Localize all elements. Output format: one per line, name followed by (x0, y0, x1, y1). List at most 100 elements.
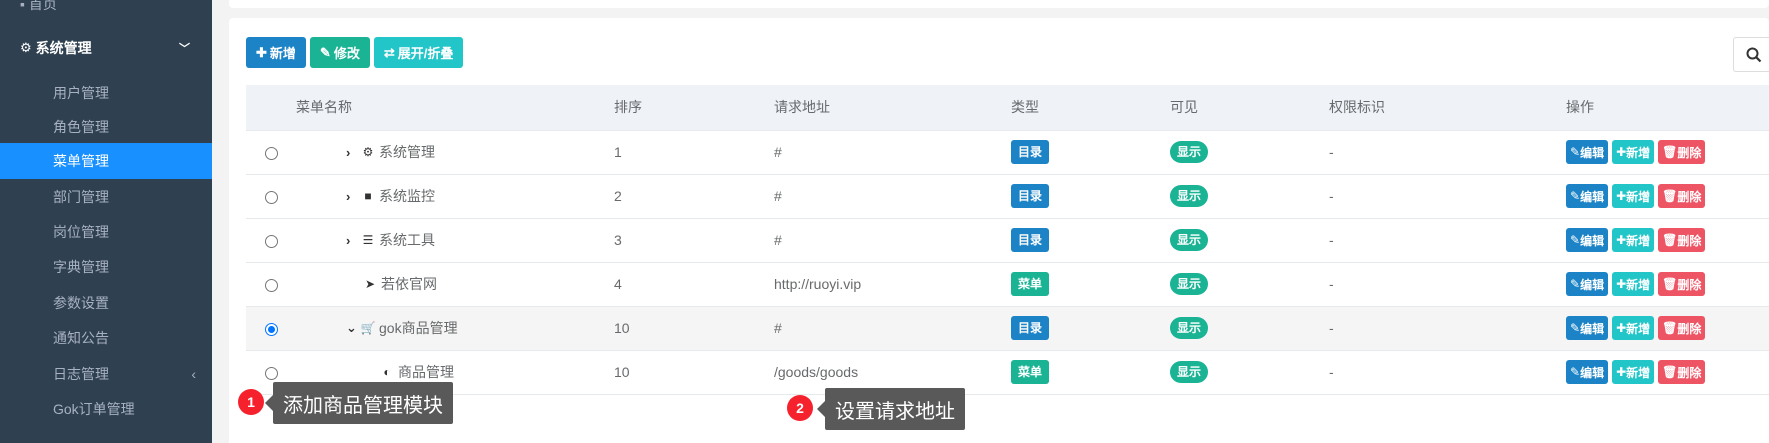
row-add-button[interactable]: ✚ 新增 (1612, 316, 1655, 340)
row-add-button[interactable]: ✚ 新增 (1612, 140, 1655, 164)
plus-icon: ✚ (1616, 277, 1627, 291)
table-row[interactable]: ➤ 若依官网 4 http://ruoyi.vip 菜单 显示 - ✎ 编辑 ✚ 新增… (246, 262, 1769, 306)
trash-icon: 🗑 (1662, 321, 1678, 335)
type-badge: 菜单 (1011, 360, 1050, 384)
sidebar-item-dict[interactable]: 字典管理 (0, 249, 212, 285)
chevron-down-icon[interactable]: ⌄ (346, 320, 360, 336)
row-edit-button[interactable]: ✎ 编辑 (1566, 272, 1609, 296)
exchange-icon: ⇄ (383, 44, 395, 60)
table-row[interactable]: › ■ 系统监控 2 # 目录 显示 - ✎ 编辑 ✚ 新增 🗑 删除 (246, 174, 1769, 218)
row-add-button[interactable]: ✚ 新增 (1612, 360, 1655, 384)
row-add-button[interactable]: ✚ 新增 (1612, 272, 1655, 296)
edit-icon: ✎ (1570, 233, 1581, 247)
row-radio[interactable] (264, 366, 278, 380)
row-delete-button[interactable]: 🗑 删除 (1658, 184, 1706, 208)
plus-icon: ✚ (1616, 365, 1627, 379)
chevron-right-icon[interactable]: › (346, 189, 360, 204)
trash-icon: 🗑 (1662, 277, 1678, 291)
sidebar-group-system[interactable]: ⚙ 系统管理 ﹀ (0, 28, 212, 68)
col-header[interactable]: 权限标识 (1329, 85, 1566, 131)
annotation-badge-1: 1 (238, 389, 264, 415)
col-select (246, 85, 296, 131)
plus-icon: ✚ (256, 44, 267, 60)
row-delete-button[interactable]: 🗑 删除 (1658, 360, 1706, 384)
row-delete-button[interactable]: 🗑 删除 (1658, 272, 1706, 296)
visible-badge: 显示 (1170, 185, 1209, 207)
edit-icon: ✎ (1570, 145, 1581, 159)
col-header[interactable]: 请求地址 (774, 85, 1011, 131)
row-delete-button[interactable]: 🗑 删除 (1658, 316, 1706, 340)
sidebar-item-gok-orders[interactable]: Gok订单管理 (0, 391, 212, 427)
row-edit-button[interactable]: ✎ 编辑 (1566, 140, 1609, 164)
row-add-button[interactable]: ✚ 新增 (1612, 184, 1655, 208)
visible-badge: 显示 (1170, 229, 1209, 251)
type-badge: 目录 (1011, 228, 1050, 252)
sidebar-item-depts[interactable]: 部门管理 (0, 179, 212, 215)
trash-icon: 🗑 (1662, 233, 1678, 247)
table-row[interactable]: › ☰ 系统工具 3 # 目录 显示 - ✎ 编辑 ✚ 新增 🗑 删除 (246, 218, 1769, 262)
edit-icon: ✎ (319, 44, 331, 60)
type-badge: 目录 (1011, 140, 1050, 164)
chevron-right-icon[interactable]: › (346, 145, 360, 160)
sidebar-item-posts[interactable]: 岗位管理 (0, 214, 212, 250)
plus-icon: ✚ (1616, 189, 1627, 203)
sidebar-item-config[interactable]: 参数设置 (0, 285, 212, 321)
col-header[interactable]: 类型 (1011, 85, 1170, 131)
row-edit-button[interactable]: ✎ 编辑 (1566, 228, 1609, 252)
annotation-callout-1: 添加商品管理模块 (265, 382, 453, 424)
row-delete-button[interactable]: 🗑 删除 (1658, 140, 1706, 164)
top-panel (229, 0, 1769, 8)
home-icon: ▪ (20, 0, 29, 12)
table-header: 菜单名称 排序 请求地址 类型 可见 权限标识 操作 (246, 85, 1769, 131)
menu-tree-table: 菜单名称 排序 请求地址 类型 可见 权限标识 操作 › ⚙ 系统管理 1 # 目录… (246, 85, 1769, 395)
sidebar-item-roles[interactable]: 角色管理 (0, 109, 212, 145)
search-button[interactable] (1733, 37, 1769, 72)
video-camera-icon: ■ (364, 189, 372, 203)
bars-icon: ☰ (362, 233, 374, 247)
chevron-down-icon: ﹀ (179, 43, 190, 55)
gear-icon: ⚙ (20, 40, 32, 55)
half-circle-icon: ◐ (383, 365, 391, 379)
col-header[interactable]: 可见 (1170, 85, 1329, 131)
col-header[interactable]: 操作 (1566, 85, 1769, 131)
expand-collapse-button[interactable]: ⇄ 展开/折叠 (373, 37, 464, 68)
sidebar-item-users[interactable]: 用户管理 (0, 75, 212, 111)
col-header[interactable]: 菜单名称 (296, 85, 614, 131)
table-row[interactable]: ⌄ 🛒 gok商品管理 10 # 目录 显示 - ✎ 编辑 ✚ 新增 🗑 删除 (246, 306, 1769, 350)
table-row[interactable]: › ⚙ 系统管理 1 # 目录 显示 - ✎ 编辑 ✚ 新增 🗑 删除 (246, 130, 1769, 174)
col-header[interactable]: 排序 (614, 85, 774, 131)
plus-icon: ✚ (1616, 145, 1627, 159)
sidebar-group-label: 系统管理 (35, 40, 92, 56)
type-badge: 目录 (1011, 316, 1050, 340)
row-radio[interactable] (264, 322, 278, 336)
plus-icon: ✚ (1616, 233, 1627, 247)
cart-icon: 🛒 (360, 321, 376, 335)
sidebar-item-logs[interactable]: 日志管理 ‹ (0, 356, 212, 392)
row-edit-button[interactable]: ✎ 编辑 (1566, 360, 1609, 384)
visible-badge: 显示 (1170, 273, 1209, 295)
gear-icon: ⚙ (362, 145, 374, 159)
sidebar-item-home[interactable]: ▪ 首页 (0, 0, 212, 12)
row-radio[interactable] (264, 234, 278, 248)
row-edit-button[interactable]: ✎ 编辑 (1566, 316, 1609, 340)
edit-button[interactable]: ✎ 修改 (309, 37, 370, 68)
row-edit-button[interactable]: ✎ 编辑 (1566, 184, 1609, 208)
row-delete-button[interactable]: 🗑 删除 (1658, 228, 1706, 252)
edit-icon: ✎ (1570, 321, 1581, 335)
add-button[interactable]: ✚ 新增 (246, 37, 306, 68)
edit-icon: ✎ (1570, 365, 1581, 379)
sidebar-item-notice[interactable]: 通知公告 (0, 320, 212, 356)
visible-badge: 显示 (1170, 317, 1209, 339)
location-arrow-icon: ➤ (364, 277, 376, 291)
visible-badge: 显示 (1170, 361, 1209, 383)
row-add-button[interactable]: ✚ 新增 (1612, 228, 1655, 252)
annotation-callout-2: 设置请求地址 (817, 388, 965, 430)
type-badge: 菜单 (1011, 272, 1050, 296)
sidebar-item-menus[interactable]: 菜单管理 (0, 143, 212, 179)
table-row[interactable]: ◐ 商品管理 10 /goods/goods 菜单 显示 - ✎ 编辑 ✚ 新增 🗑 删… (246, 350, 1769, 394)
edit-icon: ✎ (1570, 277, 1581, 291)
chevron-right-icon[interactable]: › (346, 233, 360, 248)
row-radio[interactable] (264, 278, 278, 292)
row-radio[interactable] (264, 190, 278, 204)
row-radio[interactable] (264, 146, 278, 160)
